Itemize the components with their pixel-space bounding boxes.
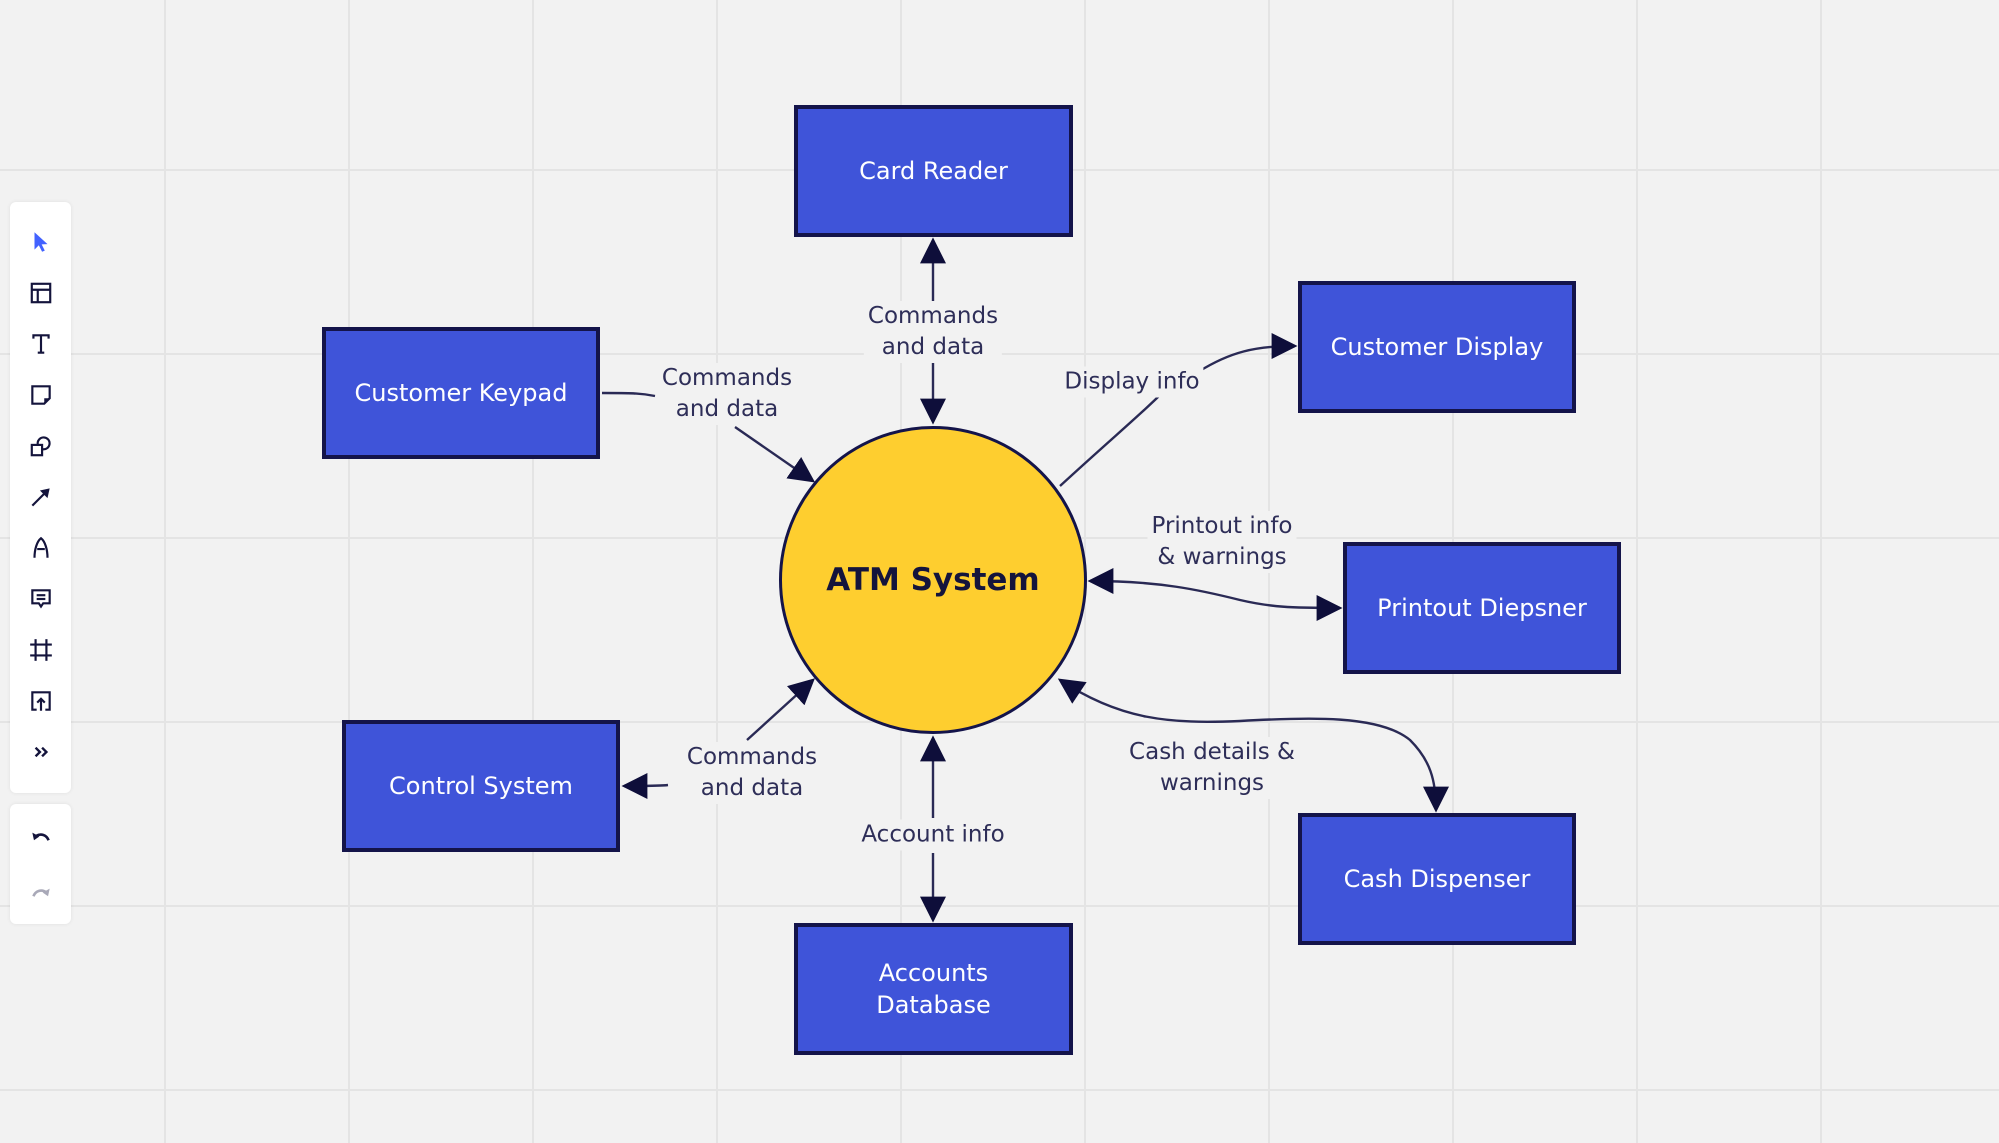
entity-label: Accounts Database [876,959,991,1019]
entity-label: Customer Keypad [354,379,568,407]
double-chevron-right-icon [34,746,48,758]
comment-icon [30,589,51,609]
process-atm-system[interactable]: ATM System [779,426,1087,734]
shapes-icon [30,436,51,457]
undo-icon [31,832,50,841]
frame-tool[interactable] [10,628,71,672]
entity-label: Control System [389,772,573,800]
undo-button[interactable] [10,815,71,859]
entity-cash-dispenser[interactable]: Cash Dispenser [1298,813,1576,945]
pen-icon [32,536,49,558]
creation-toolbar [10,202,71,793]
history-toolbar [10,804,71,924]
templates-tool[interactable] [10,271,71,315]
entity-printout-dispenser[interactable]: Printout Diepsner [1343,542,1621,674]
flow-label-control-system[interactable]: Commands and data [682,742,822,804]
sticky-note-tool[interactable] [10,373,71,417]
flow-label-printout-dispenser[interactable]: Printout info & warnings [1147,511,1297,573]
connection-line-tool[interactable] [10,475,71,519]
flow-label-customer-keypad[interactable]: Commands and data [657,363,797,425]
sticky-note-icon [30,385,51,405]
shapes-tool[interactable] [10,424,71,468]
more-tools[interactable] [10,730,71,774]
flow-label-customer-display[interactable]: Display info [1060,366,1204,398]
entity-label: Cash Dispenser [1343,865,1531,893]
upload-tool[interactable] [10,679,71,723]
redo-button[interactable] [10,871,71,915]
text-tool[interactable] [10,322,71,366]
flow-label-accounts-database[interactable]: Account info [857,819,1009,851]
process-label: ATM System [826,562,1040,598]
entity-control-system[interactable]: Control System [342,720,620,852]
select-tool[interactable] [10,220,71,264]
entity-customer-keypad[interactable]: Customer Keypad [322,327,600,459]
entity-customer-display[interactable]: Customer Display [1298,281,1576,413]
entity-label: Card Reader [859,157,1008,185]
flow-label-cash-dispenser[interactable]: Cash details & warnings [1125,737,1299,799]
entity-card-reader[interactable]: Card Reader [794,105,1073,237]
arrow-line-icon [31,488,50,507]
flow-label-card-reader[interactable]: Commands and data [863,301,1003,363]
text-icon [31,334,50,354]
layout-template-icon [30,282,51,304]
frame-icon [29,639,52,661]
entity-label: Printout Diepsner [1377,594,1587,622]
upload-icon [30,691,51,711]
entity-label: Customer Display [1330,333,1544,361]
entity-accounts-database[interactable]: Accounts Database [794,923,1073,1055]
pen-tool[interactable] [10,526,71,570]
pointer-icon [34,232,47,252]
flow-line-printout-dispenser[interactable] [1087,568,1343,621]
comment-tool[interactable] [10,577,71,621]
redo-icon [31,888,50,897]
